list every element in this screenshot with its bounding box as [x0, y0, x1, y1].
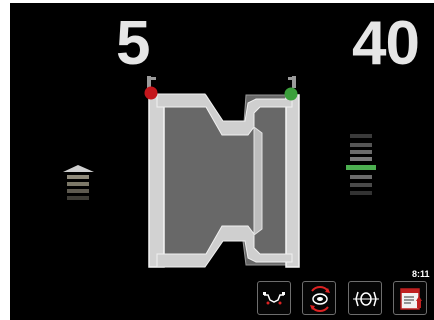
left-clamp-icon [144, 76, 158, 100]
right-indicator-bar [350, 175, 372, 179]
rim-right-flange [285, 94, 300, 268]
right-indicator-bar [350, 134, 372, 138]
left-indicator-bar [67, 182, 89, 186]
left-indicator-bar [67, 175, 89, 179]
wheel-rotate-button[interactable] [302, 281, 336, 315]
right-indicator-bar [350, 150, 372, 154]
left-indicator-bar [67, 189, 89, 193]
right-indicator-bar [350, 143, 372, 147]
right-clamp-icon [284, 76, 298, 101]
balancer-screen: 5 40 8:11 [10, 3, 434, 320]
right-indicator-bar [350, 191, 372, 195]
rim-drop-well [253, 126, 263, 236]
left-indicator-bar [67, 196, 89, 200]
left-arrow-up-icon [63, 165, 94, 172]
rim-profile-button[interactable] [257, 281, 291, 315]
right-indicator-bar-active [346, 165, 376, 170]
clock: 8:11 [412, 269, 430, 279]
rim-left-flange [148, 94, 165, 268]
right-indicator-bar [350, 157, 372, 161]
wheel-view-button[interactable] [348, 281, 382, 315]
wheel-view-icon [353, 291, 379, 307]
rim-profile-icon [263, 292, 285, 305]
wheel-rim-diagram [63, 76, 300, 268]
data-menu-icon [400, 288, 422, 310]
right-indicator-bar [350, 183, 372, 187]
wheel-rotate-icon [310, 286, 330, 312]
data-menu-button[interactable] [393, 281, 427, 315]
